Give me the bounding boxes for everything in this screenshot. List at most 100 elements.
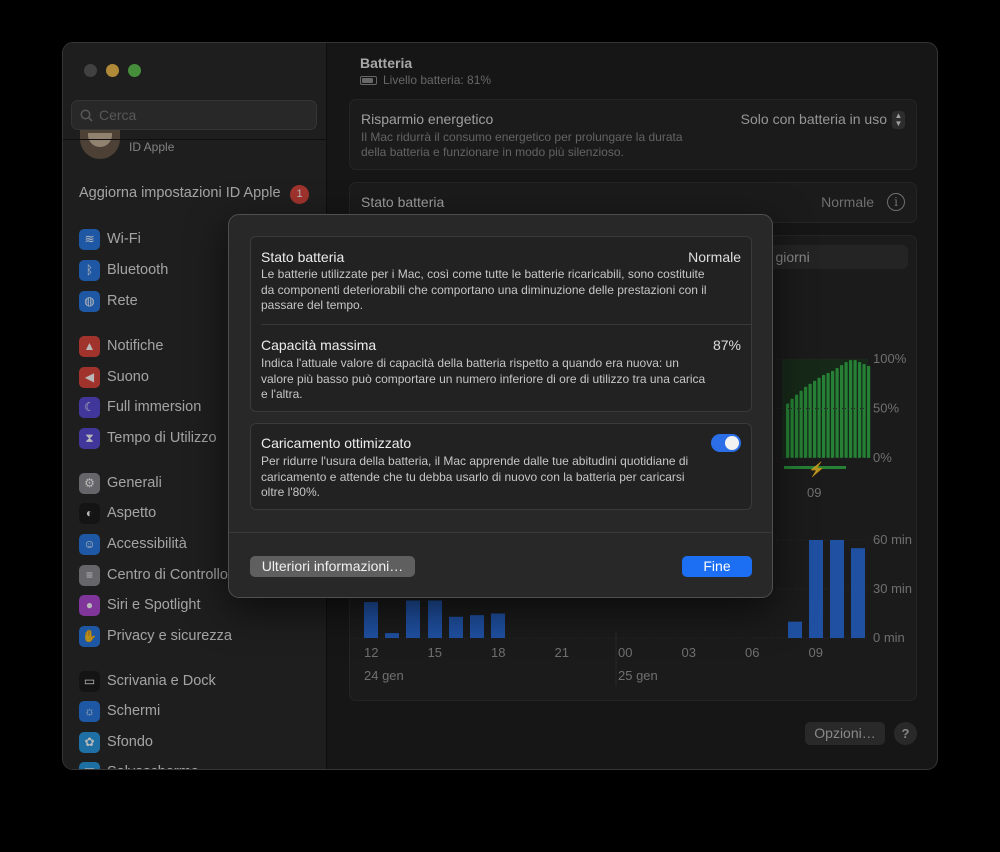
sidebar-item-label: Notifiche (107, 338, 164, 354)
more-info-button[interactable]: Ulteriori informazioni… (250, 556, 415, 577)
flower-icon: ✿ (79, 731, 100, 753)
sidebar-item-notifiche[interactable]: ▲ Notifiche (79, 334, 163, 358)
battery-y-tick: 0% (873, 450, 892, 465)
sidebar-item-label: Full immersion (107, 399, 202, 415)
battery-state-value: Normale (821, 194, 874, 210)
sidebar-item-rete[interactable]: ◍ Rete (79, 289, 138, 313)
charging-bolt-icon: ⚡ (808, 461, 825, 478)
usage-x-tick: 00 (618, 645, 632, 660)
sidebar-item-aspetto[interactable]: ◐ Aspetto (79, 501, 156, 525)
sidebar-item-label: Wi-Fi (107, 231, 141, 247)
usage-y-tick: 30 min (873, 581, 912, 596)
hand-icon: ✋ (79, 625, 100, 647)
sidebar-item-label: Rete (107, 293, 138, 309)
battery-level-bar (853, 359, 857, 458)
battery-level-bar (844, 361, 848, 458)
capacity-value: 87% (712, 337, 741, 353)
siri-icon: ● (79, 594, 100, 616)
bell-icon: ▲ (79, 335, 100, 357)
usage-bar (449, 616, 463, 638)
sidebar-divider (63, 139, 326, 140)
optimized-charging-toggle[interactable] (711, 434, 741, 452)
sidebar-item-label: Sfondo (107, 734, 153, 750)
sheet-divider (229, 532, 772, 533)
usage-bar (470, 615, 484, 638)
battery-level-bar (862, 363, 866, 458)
usage-x-tick: 18 (491, 645, 505, 660)
usage-x-tick: 06 (745, 645, 759, 660)
sidebar-item-label: Centro di Controllo (107, 567, 228, 583)
sidebar-item-wi-fi[interactable]: ≋ Wi-Fi (79, 227, 141, 251)
battery-level-bar (835, 367, 839, 458)
usage-x-tick: 03 (682, 645, 696, 660)
usage-x-tick: 15 (428, 645, 442, 660)
battery-level-bar (804, 386, 808, 458)
battery-icon (360, 75, 377, 85)
sidebar-item-label: Suono (107, 369, 149, 385)
sidebar-item-sfondo[interactable]: ✿ Sfondo (79, 730, 153, 754)
sidebar-item-label: Privacy e sicurezza (107, 628, 232, 644)
sidebar-item-privacy-e-sicurezza[interactable]: ✋ Privacy e sicurezza (79, 624, 232, 648)
done-button[interactable]: Fine (682, 556, 752, 577)
stepper-icon: ▲ ▼ (892, 111, 905, 130)
battery-level-text: Livello batteria: 81% (383, 73, 492, 87)
usage-bar (788, 621, 802, 638)
usage-bar (851, 548, 865, 638)
options-button[interactable]: Opzioni… (805, 722, 885, 745)
sidebar-item-full-immersion[interactable]: ☾ Full immersion (79, 395, 201, 419)
page-title: Batteria (360, 55, 413, 71)
sidebar-item-salvaschermo[interactable]: ▣ Salvaschermo (79, 760, 199, 769)
sidebar-item-label: Tempo di Utilizzo (107, 430, 217, 446)
group-divider (261, 324, 751, 325)
usage-y-tick: 60 min (873, 532, 912, 547)
close-button[interactable] (84, 64, 97, 77)
usage-bar (491, 613, 505, 638)
sidebar-item-schermi[interactable]: ☼ Schermi (79, 699, 160, 723)
usage-date-label: 24 gen (364, 668, 404, 683)
sidebar-item-label: Aspetto (107, 505, 157, 521)
battery-level-bar (799, 390, 803, 458)
zoom-button[interactable] (128, 64, 141, 77)
battery-x-tick: 09 (807, 485, 821, 500)
power-saving-card: Risparmio energetico Il Mac ridurrà il c… (349, 99, 917, 170)
sidebar-item-siri-e-spotlight[interactable]: ● Siri e Spotlight (79, 593, 201, 617)
sidebar-item-label: Generali (107, 475, 162, 491)
info-icon[interactable]: i (887, 193, 905, 211)
sidebar-item-label: Bluetooth (107, 262, 169, 278)
bluetooth-icon: ᛒ (79, 259, 100, 281)
battery-level-bar (826, 372, 830, 458)
battery-state-title: Stato batteria (361, 194, 445, 210)
sun-icon: ☼ (79, 700, 100, 722)
sidebar-item-accessibilità[interactable]: ☺ Accessibilità (79, 532, 187, 556)
sidebar-item-tempo-di-utilizzo[interactable]: ⧗ Tempo di Utilizzo (79, 426, 217, 450)
search-input[interactable]: Cerca (71, 100, 317, 130)
avatar[interactable] (80, 129, 120, 159)
dock-icon: ▭ (79, 670, 100, 692)
usage-bar (406, 600, 420, 638)
speaker-icon: ◀ (79, 366, 100, 388)
battery-level-bar (867, 365, 871, 458)
battery-health-group: Stato batteria Normale Le batterie utili… (250, 236, 752, 412)
hourglass-icon: ⧗ (79, 427, 100, 449)
battery-level-bar (858, 361, 862, 458)
apple-id-label[interactable]: ID Apple (129, 140, 174, 154)
battery-level-bar (822, 374, 826, 458)
power-saving-select[interactable]: Solo con batteria in uso ▲ ▼ (741, 111, 905, 130)
battery-level-bar (808, 383, 812, 458)
sidebar-item-bluetooth[interactable]: ᛒ Bluetooth (79, 258, 168, 282)
sidebar-item-suono[interactable]: ◀ Suono (79, 365, 149, 389)
help-button[interactable]: ? (894, 722, 917, 745)
sidebar-item-generali[interactable]: ⚙ Generali (79, 471, 162, 495)
update-apple-id-item[interactable]: Aggiorna impostazioni ID Apple (79, 185, 281, 201)
state-title: Stato batteria (261, 249, 345, 265)
sidebar-item-centro-di-controllo[interactable]: ≡ Centro di Controllo (79, 563, 228, 587)
usage-x-tick: 09 (809, 645, 823, 660)
usage-x-tick: 21 (555, 645, 569, 660)
gear-icon: ⚙ (79, 472, 100, 494)
usage-bar (428, 600, 442, 638)
usage-bar (830, 540, 844, 638)
sidebar-item-scrivania-e-dock[interactable]: ▭ Scrivania e Dock (79, 669, 216, 693)
appearance-icon: ◐ (79, 502, 100, 524)
minimize-button[interactable] (106, 64, 119, 77)
sidebar-item-label: Scrivania e Dock (107, 673, 216, 689)
